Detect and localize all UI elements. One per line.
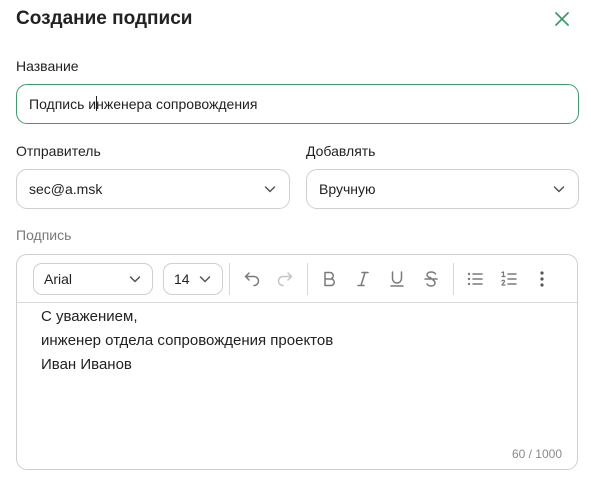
toolbar-divider bbox=[307, 263, 308, 295]
create-signature-dialog: Создание подписи Название Подпись инжене… bbox=[0, 0, 591, 479]
name-label: Название bbox=[16, 58, 79, 74]
character-counter: 60 / 1000 bbox=[511, 447, 562, 461]
italic-icon[interactable] bbox=[351, 267, 375, 291]
chevron-down-icon bbox=[199, 276, 211, 283]
numbered-list-icon[interactable] bbox=[497, 267, 521, 291]
bullet-list-icon[interactable] bbox=[463, 267, 487, 291]
add-mode-select-value: Вручную bbox=[319, 181, 376, 197]
close-icon[interactable] bbox=[552, 9, 572, 29]
font-size-value: 14 bbox=[174, 271, 190, 287]
dialog-title: Создание подписи bbox=[16, 8, 193, 29]
signature-text[interactable]: С уважением, инженер отдела сопровождени… bbox=[41, 305, 333, 377]
chevron-down-icon bbox=[129, 276, 141, 283]
signature-line: Иван Иванов bbox=[41, 356, 132, 373]
undo-icon[interactable] bbox=[240, 267, 264, 291]
signature-editor[interactable]: Arial 14 С уважением, инженер отдела соп… bbox=[16, 254, 578, 470]
font-size-select[interactable]: 14 bbox=[163, 263, 223, 295]
editor-toolbar: Arial 14 bbox=[17, 255, 577, 303]
signature-line: С уважением, bbox=[41, 308, 138, 325]
signature-line: инженер отдела сопровождения проектов bbox=[41, 332, 334, 349]
bold-icon[interactable] bbox=[317, 267, 341, 291]
font-family-select[interactable]: Arial bbox=[33, 263, 153, 295]
name-input[interactable]: Подпись инженера сопровождения bbox=[16, 84, 579, 124]
sender-select[interactable]: sec@a.msk bbox=[16, 169, 290, 209]
font-family-value: Arial bbox=[44, 271, 73, 287]
redo-icon[interactable] bbox=[273, 267, 297, 291]
chevron-down-icon bbox=[553, 186, 565, 193]
more-icon[interactable] bbox=[530, 267, 554, 291]
toolbar-divider bbox=[453, 263, 454, 295]
sender-select-value: sec@a.msk bbox=[29, 181, 103, 197]
strikethrough-icon[interactable] bbox=[419, 267, 443, 291]
signature-label: Подпись bbox=[16, 227, 72, 243]
sender-label: Отправитель bbox=[16, 143, 101, 159]
add-mode-label: Добавлять bbox=[306, 143, 376, 159]
chevron-down-icon bbox=[264, 186, 276, 193]
underline-icon[interactable] bbox=[385, 267, 409, 291]
name-input-value: Подпись инженера сопровождения bbox=[29, 96, 258, 112]
toolbar-divider bbox=[229, 263, 230, 295]
add-mode-select[interactable]: Вручную bbox=[306, 169, 579, 209]
